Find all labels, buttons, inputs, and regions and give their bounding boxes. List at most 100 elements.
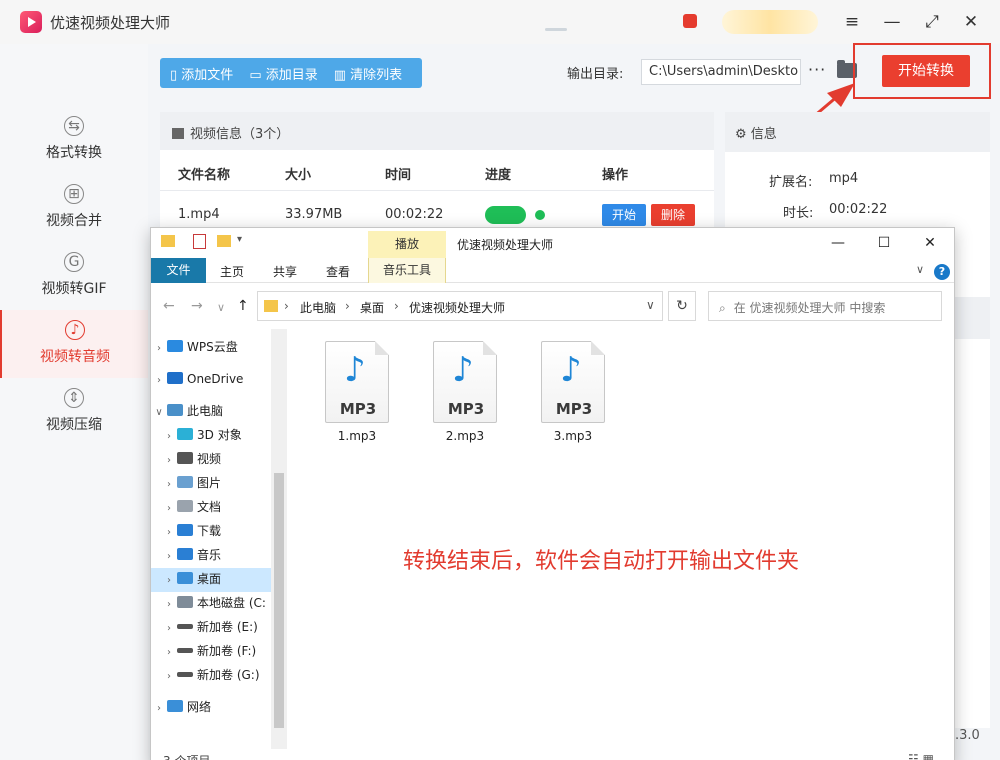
chevron-right-icon[interactable]: › (345, 299, 350, 313)
network-icon (167, 700, 183, 712)
explorer-maximize-button[interactable]: ☐ (869, 231, 899, 255)
breadcrumb-this-pc[interactable]: 此电脑 (300, 299, 336, 316)
address-input[interactable]: › 此电脑 › 桌面 › 优速视频处理大师 ∨ (257, 291, 663, 321)
sidebar-item-video-compress[interactable]: ⇕ 视频压缩 (0, 378, 148, 446)
tree-item-label: 视频 (197, 452, 222, 466)
tree-item-label: 新加卷 (F:) (197, 644, 257, 658)
tree-item-music[interactable]: › 音乐 (151, 544, 287, 568)
tree-item-videos[interactable]: › 视频 (151, 448, 287, 472)
tree-item-volume-e[interactable]: › 新加卷 (E:) (151, 616, 287, 640)
tree-item-documents[interactable]: › 文档 (151, 496, 287, 520)
tab-file[interactable]: 文件 (151, 258, 206, 283)
properties-icon[interactable] (193, 234, 206, 249)
sidebar-item-video-to-gif[interactable]: G 视频转GIF (0, 242, 148, 310)
maximize-button[interactable]: ⤢ (918, 8, 946, 36)
info-title: 信息 (750, 127, 777, 142)
minimize-button[interactable]: — (878, 8, 906, 36)
tree-scrollbar-thumb[interactable] (274, 473, 284, 728)
chevron-right-icon[interactable]: › (284, 299, 289, 313)
picture-icon (177, 476, 193, 488)
progress-bar (485, 206, 526, 224)
mp3-file-icon: ♪ MP3 (433, 341, 497, 423)
merge-icon: ⊞ (64, 184, 84, 204)
output-dir-label: 输出目录: (567, 67, 624, 82)
file-item[interactable]: ♪ MP3 3.mp3 (531, 341, 615, 443)
tree-item-desktop[interactable]: › 桌面 (151, 568, 271, 592)
tree-item-pictures[interactable]: › 图片 (151, 472, 287, 496)
clear-list-button[interactable]: ▥ 清除列表 (334, 64, 402, 83)
file-name: 2.mp3 (445, 429, 485, 443)
chevron-right-icon[interactable]: › (394, 299, 399, 313)
tree-item-downloads[interactable]: › 下载 (151, 520, 287, 544)
row-start-button[interactable]: 开始 (602, 204, 646, 226)
chevron-down-icon[interactable]: ∨ (217, 301, 225, 314)
tab-view[interactable]: 查看 (326, 263, 350, 280)
tree-item-label: 桌面 (197, 572, 222, 586)
disk-icon (177, 596, 193, 608)
sidebar-item-label: 视频转GIF (41, 281, 107, 297)
tree-item-label: 3D 对象 (197, 428, 242, 442)
tree-item-3d-objects[interactable]: › 3D 对象 (151, 424, 287, 448)
tree-item-label: WPS云盘 (187, 340, 238, 354)
new-folder-icon[interactable] (217, 235, 231, 247)
tree-item-label: 新加卷 (E:) (197, 620, 258, 634)
tree-item-volume-f[interactable]: › 新加卷 (F:) (151, 640, 287, 664)
cube-icon (177, 428, 193, 440)
tree-item-label: 音乐 (197, 548, 222, 562)
back-arrow-icon[interactable]: ← (163, 298, 175, 314)
start-convert-button[interactable]: 开始转换 (882, 55, 970, 87)
promo-icon[interactable] (683, 14, 697, 28)
promo-banner[interactable] (722, 10, 818, 34)
row-delete-button[interactable]: 删除 (651, 204, 695, 226)
tree-item-onedrive[interactable]: › OneDrive (151, 368, 287, 392)
tree-item-label: 本地磁盘 (C: (197, 596, 266, 610)
tree-item-label: OneDrive (187, 372, 244, 386)
view-toggle-icons[interactable]: ☷ ▦ (908, 752, 934, 760)
divider (160, 190, 714, 191)
chevron-down-icon[interactable]: ∨ (646, 298, 655, 312)
refresh-button[interactable]: ↻ (668, 291, 696, 321)
column-header-time: 时间 (385, 168, 412, 183)
sidebar-item-video-to-audio[interactable]: ♪ 视频转音频 (0, 310, 148, 378)
explorer-minimize-button[interactable]: — (823, 231, 853, 255)
file-item[interactable]: ♪ MP3 1.mp3 (315, 341, 399, 443)
tree-item-label: 文档 (197, 500, 222, 514)
search-icon: ⌕ (719, 301, 726, 315)
breadcrumb-folder[interactable]: 优速视频处理大师 (409, 299, 505, 316)
file-type-tag: MP3 (447, 400, 485, 418)
explorer-close-button[interactable]: ✕ (915, 231, 945, 255)
close-button[interactable]: ✕ (957, 8, 985, 36)
duration-label: 时长: (783, 206, 814, 221)
up-arrow-icon[interactable]: ↑ (237, 298, 249, 314)
folder-icon[interactable] (161, 235, 175, 247)
file-item[interactable]: ♪ MP3 2.mp3 (423, 341, 507, 443)
tree-item-volume-g[interactable]: › 新加卷 (G:) (151, 664, 287, 688)
tab-music-tools[interactable]: 音乐工具 (368, 258, 446, 283)
tab-share[interactable]: 共享 (273, 263, 297, 280)
tree-item-network[interactable]: › 网络 (151, 696, 287, 720)
computer-icon (167, 404, 183, 416)
tab-home[interactable]: 主页 (220, 263, 244, 280)
help-icon[interactable]: ? (934, 264, 950, 280)
status-item-count: 3 个项目 (163, 752, 210, 760)
add-file-button[interactable]: ▯ 添加文件 (170, 64, 233, 83)
context-tab-play[interactable]: 播放 (368, 231, 446, 258)
column-header-name: 文件名称 (178, 168, 231, 183)
forward-arrow-icon[interactable]: → (191, 298, 203, 314)
tree-item-local-disk-c[interactable]: › 本地磁盘 (C: (151, 592, 287, 616)
app-window: 优速视频处理大师 ≡ — ⤢ ✕ ⇆ 格式转换 ⊞ 视频合并 G 视频转GIF … (0, 0, 1000, 760)
version-label: .3.0 (955, 728, 980, 743)
search-input[interactable]: ⌕ 在 优速视频处理大师 中搜索 (708, 291, 942, 321)
app-title: 优速视频处理大师 (50, 14, 171, 32)
sidebar-item-format-convert[interactable]: ⇆ 格式转换 (0, 106, 148, 174)
add-dir-button[interactable]: ▭ 添加目录 (249, 64, 317, 83)
chevron-down-icon[interactable]: ▾ (237, 234, 242, 245)
chevron-down-icon[interactable]: ∨ (916, 263, 924, 276)
menu-icon[interactable]: ≡ (838, 8, 866, 36)
audio-icon: ♪ (65, 320, 85, 340)
sidebar-item-video-merge[interactable]: ⊞ 视频合并 (0, 174, 148, 242)
breadcrumb-desktop[interactable]: 桌面 (360, 299, 384, 316)
desktop-icon (177, 572, 193, 584)
tree-item-this-pc[interactable]: ∨ 此电脑 (151, 400, 287, 424)
tree-item-wps-cloud[interactable]: › WPS云盘 (151, 336, 287, 360)
